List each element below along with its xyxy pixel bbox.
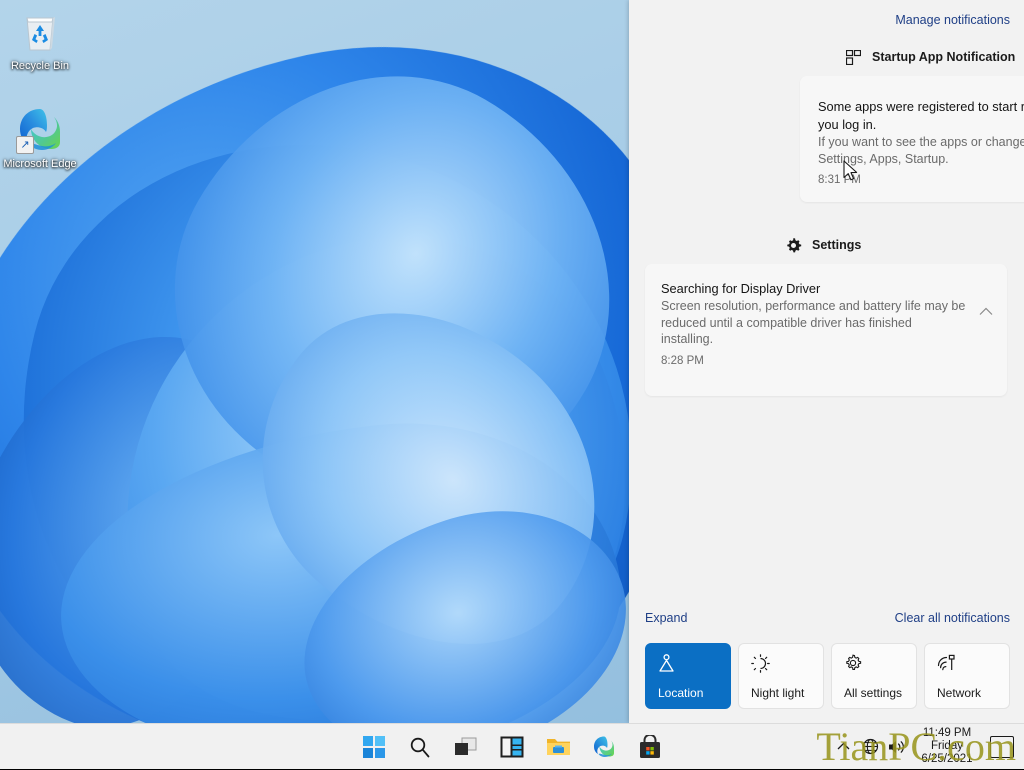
desktop-icon-label: Recycle Bin <box>10 60 70 72</box>
network-icon[interactable] <box>861 738 879 756</box>
taskbar[interactable]: 11:49 PM Friday 6/25/2021 <box>0 723 1024 769</box>
clock[interactable]: 11:49 PM Friday 6/25/2021 <box>915 727 979 766</box>
notification-body: Screen resolution, performance and batte… <box>661 299 966 346</box>
quick-setting-label: Location <box>658 686 704 700</box>
manage-notifications-link[interactable]: Manage notifications <box>895 13 1010 27</box>
notification-title-line2: you log in. <box>818 117 877 132</box>
gear-icon <box>784 236 802 254</box>
notification-list-spacer <box>629 396 1024 601</box>
file-explorer-button[interactable] <box>545 734 571 760</box>
notification-time: 8:28 PM <box>661 354 704 367</box>
desktop-icon-recycle-bin[interactable]: Recycle Bin <box>0 8 80 73</box>
notification-footer: Expand Clear all notifications <box>629 601 1024 635</box>
volume-icon[interactable] <box>888 738 906 756</box>
desktop-icon-microsoft-edge[interactable]: ↗ Microsoft Edge <box>0 106 80 171</box>
quick-setting-all-settings[interactable]: All settings <box>831 643 917 709</box>
clear-all-notifications-link[interactable]: Clear all notifications <box>895 611 1010 625</box>
notification-group-app-name: Startup App Notification <box>872 50 1016 64</box>
microsoft-edge-button[interactable] <box>591 734 617 760</box>
microsoft-edge-icon: ↗ <box>0 106 80 154</box>
quick-setting-label: Network <box>937 686 982 700</box>
recycle-bin-icon <box>0 8 80 56</box>
notification-time: 8:31 PM <box>818 174 861 186</box>
search-icon[interactable] <box>407 734 433 760</box>
start-button[interactable] <box>361 734 387 760</box>
notification-title: Some apps were registered to start ru <box>818 99 1024 114</box>
clock-date: 6/25/2021 <box>921 753 973 765</box>
gear-icon <box>844 654 906 676</box>
task-view-button[interactable] <box>453 734 479 760</box>
show-hidden-icons-chevron-icon[interactable] <box>834 738 852 756</box>
expand-link[interactable]: Expand <box>645 611 687 625</box>
quick-setting-network[interactable]: Network <box>924 643 1010 709</box>
quick-setting-location[interactable]: Location <box>645 643 731 709</box>
night-light-icon <box>751 654 813 676</box>
clock-time: 11:49 PM <box>922 727 972 739</box>
notification-group-app-name: Settings <box>812 238 862 252</box>
notification-group-header-settings[interactable]: Settings <box>629 236 1024 254</box>
notification-title: Searching for Display Driver <box>661 281 821 296</box>
chevron-up-icon[interactable] <box>979 304 993 319</box>
widgets-button[interactable] <box>499 734 525 760</box>
notification-center-button[interactable] <box>990 735 1014 758</box>
notification-body: If you want to see the apps or change Se… <box>818 135 1024 166</box>
notification-card-settings[interactable]: Searching for Display Driver Screen reso… <box>645 264 1007 396</box>
microsoft-store-button[interactable] <box>637 734 663 760</box>
network-cast-icon <box>937 654 999 676</box>
startup-app-icon <box>844 48 862 66</box>
notification-card-startup[interactable]: Some apps were registered to start ru yo… <box>800 76 1024 202</box>
clock-day: Friday <box>931 740 963 752</box>
quick-setting-label: All settings <box>844 686 903 700</box>
location-icon <box>658 654 720 676</box>
desktop-icon-label: Microsoft Edge <box>3 158 77 170</box>
quick-setting-night-light[interactable]: Night light <box>738 643 824 709</box>
notification-group-header-startup[interactable]: Startup App Notification <box>629 48 1024 66</box>
shortcut-arrow-icon: ↗ <box>16 136 34 154</box>
system-tray: 11:49 PM Friday 6/25/2021 <box>834 724 1024 769</box>
quick-setting-label: Night light <box>751 686 805 700</box>
manage-notifications-row: Manage notifications <box>629 0 1024 40</box>
notification-center-panel[interactable]: Manage notifications Startup App Notific… <box>629 0 1024 723</box>
quick-settings-row: Location Night light All settings Networ… <box>629 635 1024 723</box>
